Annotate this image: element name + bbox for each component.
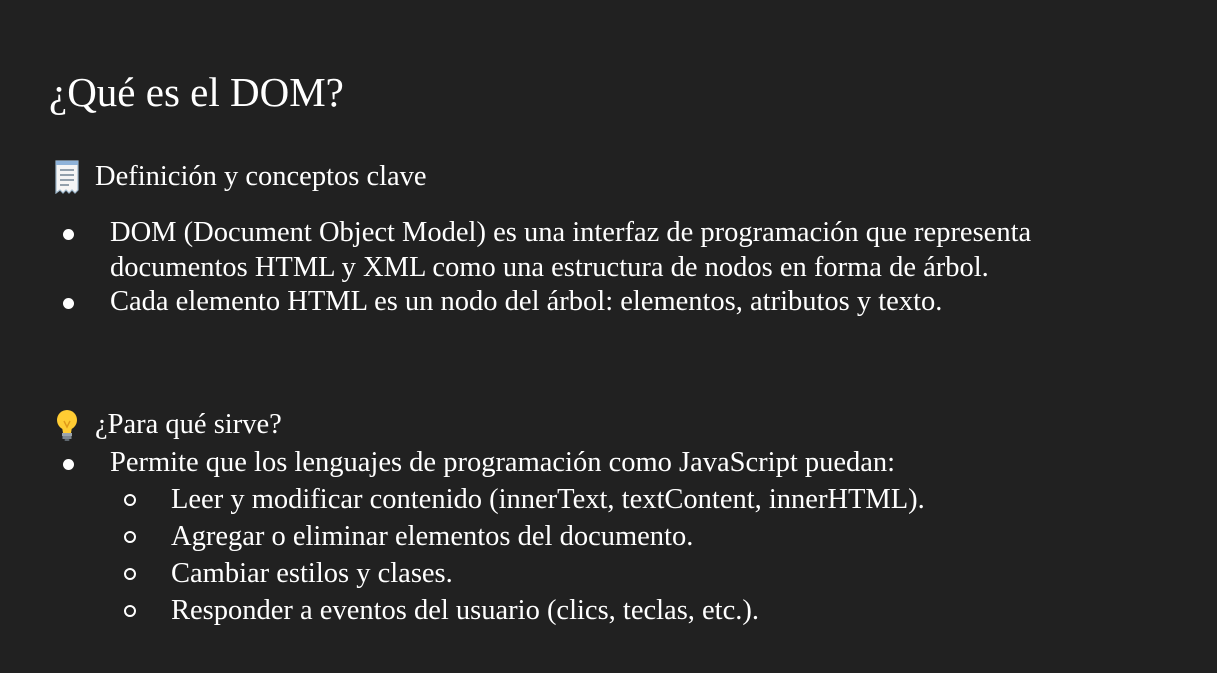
bullet-text: Permite que los lenguajes de programació… bbox=[110, 447, 896, 478]
list-item: Permite que los lenguajes de programació… bbox=[0, 446, 1110, 481]
section-heading-label: ¿Para qué sirve? bbox=[95, 409, 282, 440]
sub-bullet-text: Leer y modificar contenido (innerText, t… bbox=[171, 483, 925, 515]
sub-list-item: Cambiar estilos y clases. bbox=[0, 555, 1151, 592]
section-heading-label: Definición y conceptos clave bbox=[95, 161, 427, 192]
list-item: Cada elemento HTML es un nodo del árbol:… bbox=[0, 285, 1110, 320]
sub-list-item: Leer y modificar contenido (innerText, t… bbox=[0, 481, 1151, 518]
bullet-dot-icon bbox=[63, 298, 74, 309]
sub-bullet-text: Cambiar estilos y clases. bbox=[171, 557, 453, 589]
definition-bullet-list: DOM (Document Object Model) es una inter… bbox=[0, 216, 1110, 320]
bullet-dot-icon bbox=[63, 459, 74, 470]
bullet-text: DOM (Document Object Model) es una inter… bbox=[110, 217, 1032, 283]
bullet-text: Cada elemento HTML es un nodo del árbol:… bbox=[110, 286, 943, 317]
sub-list-item: Responder a eventos del usuario (clics, … bbox=[0, 592, 1151, 629]
receipt-icon bbox=[50, 160, 84, 194]
sub-list-item: Agregar o eliminar elementos del documen… bbox=[0, 518, 1151, 555]
bullet-circle-icon bbox=[124, 567, 136, 580]
section-heading-purpose: ¿Para qué sirve? bbox=[50, 408, 282, 442]
bullet-circle-icon bbox=[124, 530, 136, 543]
bullet-circle-icon bbox=[124, 493, 136, 506]
bullet-circle-icon bbox=[124, 604, 136, 617]
sub-bullet-text: Responder a eventos del usuario (clics, … bbox=[171, 594, 759, 626]
section-heading-definition: Definición y conceptos clave bbox=[50, 160, 427, 194]
list-item: DOM (Document Object Model) es una inter… bbox=[0, 216, 1110, 285]
purpose-bullet-list: Permite que los lenguajes de programació… bbox=[0, 446, 1151, 629]
lightbulb-icon bbox=[50, 408, 84, 442]
slide: ¿Qué es el DOM? Definición y conceptos c… bbox=[0, 0, 1217, 673]
bullet-dot-icon bbox=[63, 229, 74, 240]
sub-bullet-text: Agregar o eliminar elementos del documen… bbox=[171, 520, 694, 552]
slide-title: ¿Qué es el DOM? bbox=[49, 69, 344, 115]
